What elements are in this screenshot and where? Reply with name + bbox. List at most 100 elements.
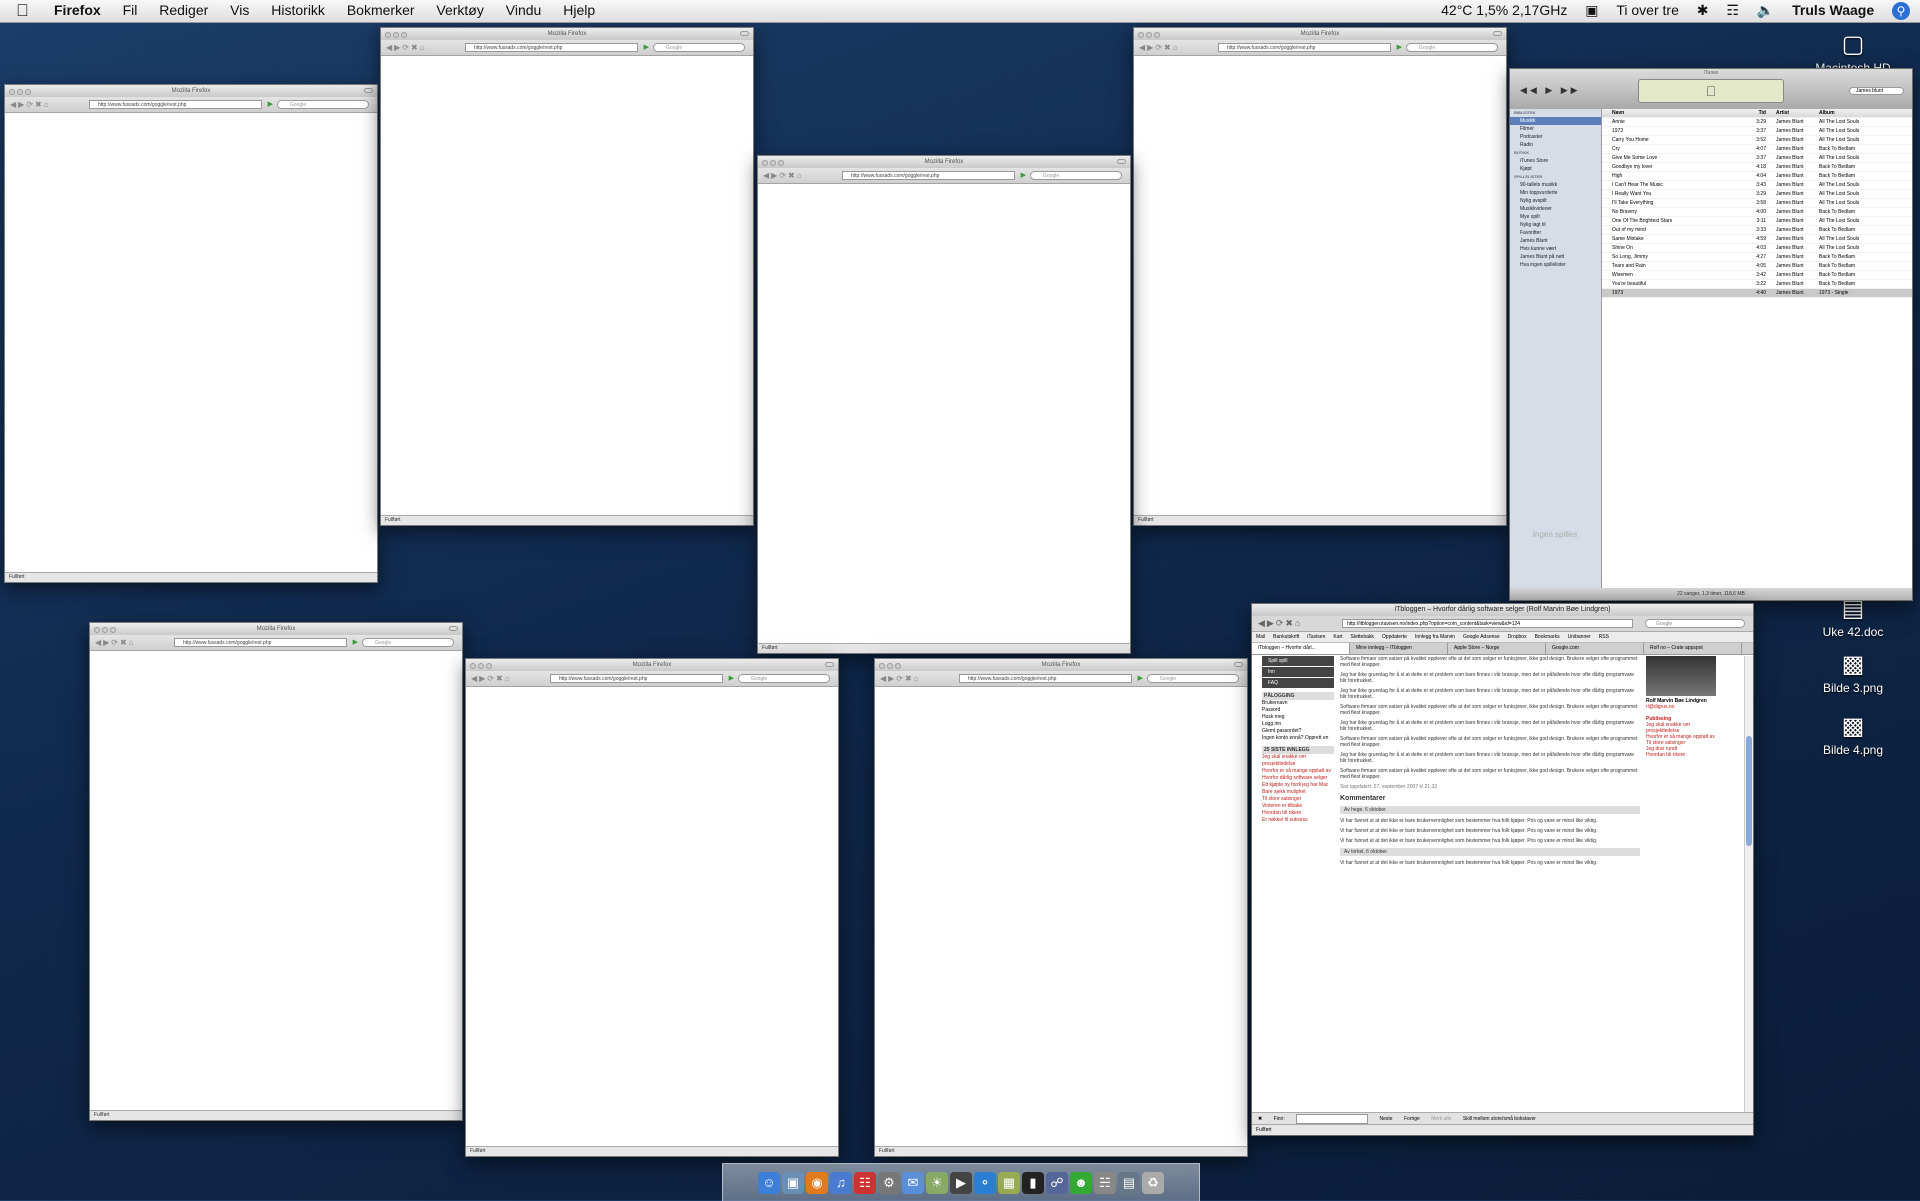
right-link[interactable]: Jeg skal snakke om prosjektledelse <box>1646 722 1724 734</box>
blog-menu-item[interactable]: Inn <box>1262 667 1334 677</box>
playlist-item[interactable]: James Blunt <box>1510 237 1601 245</box>
go-icon[interactable]: ▶ <box>729 674 734 682</box>
desktop-icon-bilde3[interactable]: ▩ Bilde 3.png <box>1803 650 1903 695</box>
playlist-item[interactable]: James Blunt på nett <box>1510 253 1601 261</box>
right-link[interactable]: Hvordan bli rikere <box>1646 752 1724 758</box>
nav-buttons-icon[interactable]: ◀▶⟳✖⌂ <box>386 43 427 52</box>
blog-search-input[interactable]: Google <box>1645 619 1745 628</box>
recent-post-link[interactable]: Bare sjekk mulighet <box>1262 789 1334 796</box>
close-icon[interactable] <box>9 89 15 95</box>
bookmark-item[interactable]: Innlegg fra Marvin <box>1415 634 1455 640</box>
find-input[interactable] <box>1296 1113 1369 1124</box>
search-input[interactable]: Google <box>1030 171 1122 180</box>
terminal-icon[interactable]: ▮ <box>1022 1171 1044 1194</box>
toolbar-toggle-icon[interactable] <box>1234 662 1243 667</box>
playlist-item[interactable]: Nylig lagt til <box>1510 221 1601 229</box>
recent-post-link[interactable]: Hvorfor dårlig software selger <box>1262 775 1334 782</box>
spotlight-icon[interactable]: ⚲ <box>1892 2 1910 21</box>
firefox-window-4[interactable]: Mozilla Firefox ◀▶⟳✖⌂ http://www.fussads.c… <box>757 155 1131 654</box>
url-input[interactable]: http://www.fussads.com/goggle/rest.php <box>465 43 638 52</box>
bookmark-item[interactable]: Dropbox <box>1508 634 1527 640</box>
menu-hjelp[interactable]: Hjelp <box>563 2 595 18</box>
source-movies[interactable]: Filmer <box>1510 125 1601 133</box>
bookmark-item[interactable]: Bankutskrift <box>1273 634 1299 640</box>
search-input[interactable]: Google <box>653 43 745 52</box>
playlist-item[interactable]: Mye spilt <box>1510 213 1601 221</box>
minimize-icon[interactable] <box>1146 32 1152 38</box>
finder-icon[interactable]: ☺ <box>758 1171 780 1194</box>
track-row[interactable]: Out of my mind 3:33 James Blunt Back To Bed… <box>1602 226 1912 235</box>
user-name[interactable]: Truls Waage <box>1792 2 1874 18</box>
recent-post-link[interactable]: Jeg skal snakke om prosjektledelse <box>1262 754 1334 768</box>
firefox-window-6[interactable]: Mozilla Firefox ◀▶⟳✖⌂ http://www.fussads.c… <box>465 658 839 1157</box>
spaces-icon[interactable]: ▣ <box>1585 2 1598 18</box>
menu-verktoy[interactable]: Verktøy <box>436 2 483 18</box>
toolbar-toggle-icon[interactable] <box>740 31 749 36</box>
nav-buttons-icon[interactable]: ◀▶⟳✖⌂ <box>1258 618 1302 629</box>
menu-rediger[interactable]: Rediger <box>159 2 208 18</box>
track-row[interactable]: Cry 4:07 James Blunt Back To Bedlam <box>1602 145 1912 154</box>
window-title-bar[interactable]: Mozilla Firefox <box>5 85 377 97</box>
recent-post-link[interactable]: Ett kjøpte ny fordi jeg har Mac <box>1262 782 1334 789</box>
find-next-button[interactable]: Neste <box>1380 1116 1393 1122</box>
track-row[interactable]: You're beautiful 3:22 James Blunt Back To B… <box>1602 280 1912 289</box>
chat-icon[interactable]: ☻ <box>1070 1171 1092 1194</box>
close-icon[interactable] <box>385 32 391 38</box>
window-title-bar[interactable]: Mozilla Firefox <box>90 623 462 635</box>
app-menu[interactable]: Firefox <box>54 2 101 18</box>
nav-buttons-icon[interactable]: ◀▶⟳✖⌂ <box>471 674 512 683</box>
firefox-window-1[interactable]: Mozilla Firefox ◀▶⟳✖⌂ http://www.fussads.c… <box>4 84 378 583</box>
url-input[interactable]: http://www.fussads.com/goggle/rest.php <box>842 171 1015 180</box>
minimize-icon[interactable] <box>770 160 776 166</box>
playlist-item[interactable]: Nylig avspilt <box>1510 197 1601 205</box>
volume-icon[interactable]: 🔈 <box>1757 2 1774 18</box>
firefox-window-2[interactable]: Mozilla Firefox ◀▶⟳✖⌂ http://www.fussads.c… <box>380 27 754 526</box>
recent-post-link[interactable]: Er nøkkel til suksess <box>1262 817 1334 824</box>
bookmark-item[interactable]: Slettebakk <box>1351 634 1374 640</box>
login-field-label[interactable]: Glemt passordet? <box>1262 728 1334 735</box>
firefox-window-7[interactable]: Mozilla Firefox ◀▶⟳✖⌂ http://www.fussads.c… <box>874 658 1248 1157</box>
column-time[interactable]: Tid <box>1750 109 1766 117</box>
track-row[interactable]: So Long, Jimmy 4:27 James Blunt Back To Bed… <box>1602 253 1912 262</box>
playlist-item[interactable]: Hvis kunne vært <box>1510 245 1601 253</box>
browser-tab[interactable]: iTbloggen – Hvorfor dårl... <box>1252 643 1350 654</box>
bookmark-item[interactable]: iTavisen <box>1307 634 1325 640</box>
zoom-icon[interactable] <box>895 663 901 669</box>
column-name[interactable]: Navn <box>1612 109 1742 117</box>
search-input[interactable]: Google <box>738 674 830 683</box>
find-case-checkbox[interactable]: Skill mellom store/små bokstaver <box>1463 1116 1536 1122</box>
playlist-item[interactable]: Hva ingen spillelister <box>1510 261 1601 269</box>
window-title-bar[interactable]: Mozilla Firefox <box>381 28 753 40</box>
safari-icon[interactable]: ⚬ <box>974 1171 996 1194</box>
blog-window[interactable]: iTbloggen – Hvorfor dårlig software selg… <box>1251 603 1754 1136</box>
playlist-item[interactable]: Musikkvideoer <box>1510 205 1601 213</box>
browser-tab[interactable]: Mine innlegg – iTbloggen <box>1350 643 1448 654</box>
minimize-icon[interactable] <box>478 663 484 669</box>
login-field-label[interactable]: Brukernavn <box>1262 700 1334 707</box>
bookmark-item[interactable]: RSS <box>1599 634 1609 640</box>
preview-icon[interactable]: ▣ <box>782 1171 804 1194</box>
source-purchased[interactable]: Kjøpt <box>1510 165 1601 173</box>
menu-bokmerker[interactable]: Bokmerker <box>347 2 415 18</box>
photo-icon[interactable]: ☀ <box>926 1171 948 1194</box>
menu-vis[interactable]: Vis <box>230 2 249 18</box>
go-icon[interactable]: ▶ <box>1138 674 1143 682</box>
recent-post-link[interactable]: Til store satsinger <box>1262 796 1334 803</box>
toolbar-toggle-icon[interactable] <box>1493 31 1502 36</box>
bookmark-item[interactable]: Oppdaterte <box>1382 634 1407 640</box>
go-icon[interactable]: ▶ <box>1397 43 1402 51</box>
scroll-thumb[interactable] <box>1746 736 1752 846</box>
track-row[interactable]: Tears and Rain 4:05 James Blunt Back To Bed… <box>1602 262 1912 271</box>
close-icon[interactable] <box>1138 32 1144 38</box>
toolbar-toggle-icon[interactable] <box>1117 159 1126 164</box>
nav-buttons-icon[interactable]: ◀▶⟳✖⌂ <box>880 674 921 683</box>
firefox-window-5[interactable]: Mozilla Firefox ◀▶⟳✖⌂ http://www.fussads.c… <box>89 622 463 1121</box>
go-icon[interactable]: ▶ <box>268 100 273 108</box>
track-row[interactable]: I Really Want You 3:29 James Blunt All The … <box>1602 190 1912 199</box>
firefox-window-3[interactable]: Mozilla Firefox ◀▶⟳✖⌂ http://www.fussads.c… <box>1133 27 1507 526</box>
gallery-icon[interactable]: ▦ <box>998 1171 1020 1194</box>
itunes-search-input[interactable]: James blunt <box>1849 87 1904 95</box>
zoom-icon[interactable] <box>1154 32 1160 38</box>
track-row[interactable]: 1973 3:37 James Blunt All The Lost Souls <box>1602 127 1912 136</box>
track-row[interactable]: I'll Take Everything 3:58 James Blunt All T… <box>1602 199 1912 208</box>
